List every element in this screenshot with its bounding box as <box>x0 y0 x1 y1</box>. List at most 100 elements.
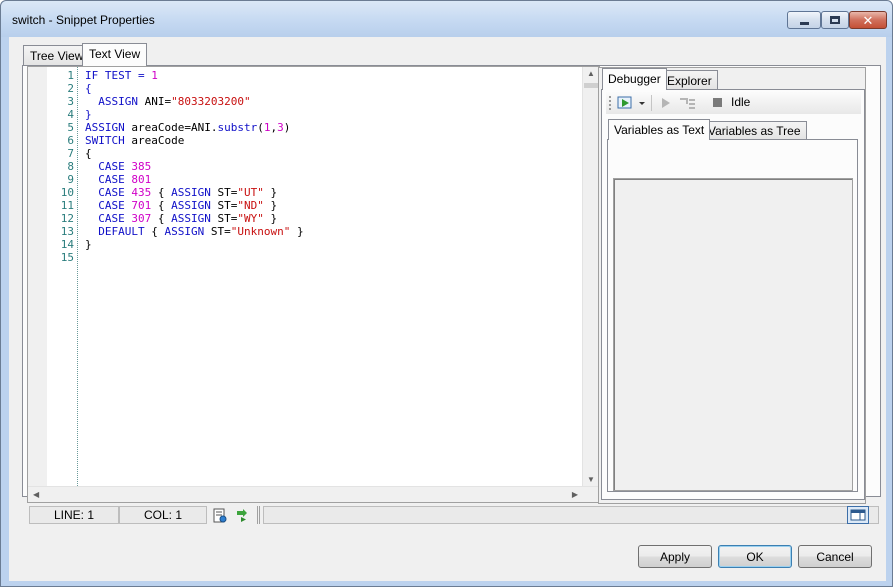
continue-icon[interactable] <box>659 96 673 110</box>
debugger-state: Idle <box>731 95 751 109</box>
title-bar[interactable]: switch - Snippet Properties ✕ <box>1 1 892 37</box>
code-line[interactable]: CASE 435 { ASSIGN ST="UT" } <box>85 186 582 199</box>
line-number: 14 <box>60 238 74 251</box>
code-line[interactable]: DEFAULT { ASSIGN ST="Unknown" } <box>85 225 582 238</box>
code-token: "ND" <box>237 199 264 212</box>
code-line[interactable]: ASSIGN areaCode=ANI.substr(1,3) <box>85 121 582 134</box>
variables-text-area[interactable] <box>613 178 853 491</box>
line-number: 10 <box>60 186 74 199</box>
status-divider <box>257 506 260 524</box>
code-token: CASE <box>85 173 132 186</box>
code-token: } <box>85 108 92 121</box>
document-check-icon[interactable] <box>213 508 227 523</box>
minimize-button[interactable] <box>787 11 821 29</box>
code-token: "WY" <box>237 212 264 225</box>
line-number: 4 <box>67 108 74 121</box>
code-token: ASSIGN <box>171 212 218 225</box>
vertical-scrollbar[interactable]: ▲ ▼ <box>582 67 599 486</box>
code-token: 307 <box>131 212 152 225</box>
cancel-button[interactable]: Cancel <box>798 545 872 568</box>
code-token: } <box>263 212 278 225</box>
code-token: ST= <box>210 225 231 238</box>
line-number-gutter: 1 2 3 4 5 6 7 8 9 10 11 12 13 14 15 <box>47 67 78 486</box>
horizontal-scrollbar[interactable]: ◀ ▶ <box>28 486 599 502</box>
code-token: ASSIGN <box>164 225 211 238</box>
code-line[interactable]: CASE 801 <box>85 173 582 186</box>
code-token: } <box>263 186 278 199</box>
code-token: ASSIGN <box>85 95 145 108</box>
line-number: 15 <box>60 251 74 264</box>
line-indicator: LINE: 1 <box>29 506 119 524</box>
stop-icon[interactable] <box>713 98 722 107</box>
scroll-right-icon[interactable]: ▶ <box>572 490 578 499</box>
code-token: substr <box>217 121 258 134</box>
code-token: CASE <box>85 199 132 212</box>
code-token: "Unknown" <box>230 225 291 238</box>
code-token: 701 <box>131 199 152 212</box>
code-token: "8033203200" <box>171 95 251 108</box>
code-token: ASSIGN <box>171 199 218 212</box>
start-debugger-icon[interactable] <box>617 95 647 111</box>
code-line[interactable]: SWITCH areaCode <box>85 134 582 147</box>
ok-button[interactable]: OK <box>718 545 792 568</box>
minimize-icon <box>799 21 809 25</box>
tab-variables-as-text[interactable]: Variables as Text <box>608 119 711 140</box>
code-token: { <box>85 147 92 160</box>
maximize-icon <box>830 16 840 24</box>
line-number: 9 <box>67 173 74 186</box>
code-text[interactable]: IF TEST = 1{ ASSIGN ANI="8033203200"} ASS… <box>85 69 582 264</box>
code-token: "UT" <box>237 186 264 199</box>
scroll-down-icon[interactable]: ▼ <box>587 475 595 484</box>
code-token: { <box>151 199 172 212</box>
code-line[interactable]: } <box>85 108 582 121</box>
line-number: 8 <box>67 160 74 173</box>
code-line[interactable]: { <box>85 147 582 160</box>
scroll-up-icon[interactable]: ▲ <box>587 69 595 78</box>
code-token: CASE <box>85 160 132 173</box>
code-line[interactable]: { <box>85 82 582 95</box>
code-token: areaCode=ANI. <box>131 121 218 134</box>
tab-explorer[interactable]: Explorer <box>661 70 718 90</box>
maximize-button[interactable] <box>821 11 849 29</box>
code-token: ANI= <box>144 95 172 108</box>
tab-debugger[interactable]: Debugger <box>602 68 667 90</box>
line-number: 3 <box>67 95 74 108</box>
step-over-icon[interactable] <box>678 96 696 110</box>
code-line[interactable]: CASE 701 { ASSIGN ST="ND" } <box>85 199 582 212</box>
code-line[interactable] <box>85 251 582 264</box>
tab-tree-view[interactable]: Tree View <box>23 45 91 66</box>
code-token: CASE <box>85 186 132 199</box>
line-number: 12 <box>60 212 74 225</box>
close-icon: ✕ <box>862 12 874 28</box>
column-indicator: COL: 1 <box>119 506 207 524</box>
apply-button[interactable]: Apply <box>638 545 712 568</box>
code-token: IF TEST = <box>85 69 152 82</box>
code-editor[interactable]: 1 2 3 4 5 6 7 8 9 10 11 12 13 14 15 IF TEST = 1{ ASSIG… <box>27 66 600 503</box>
code-line[interactable]: CASE 307 { ASSIGN ST="WY" } <box>85 212 582 225</box>
panel-layout-icon[interactable] <box>847 506 869 524</box>
code-token: } <box>263 199 278 212</box>
code-token: 435 <box>131 186 152 199</box>
tab-text-view[interactable]: Text View <box>82 43 148 66</box>
code-token: { <box>151 225 165 238</box>
window-title: switch - Snippet Properties <box>12 13 155 27</box>
status-bar: LINE: 1 COL: 1 <box>27 505 879 525</box>
vertical-scroll-thumb[interactable] <box>584 83 598 88</box>
code-token: { <box>151 186 172 199</box>
dialog-client-area: Tree View Text View 1 2 3 4 5 6 7 8 9 10 11 12 13 14 1… <box>9 37 886 581</box>
code-token: ASSIGN <box>171 186 218 199</box>
status-spacer <box>263 506 879 524</box>
line-number: 11 <box>60 199 74 212</box>
code-line[interactable]: CASE 385 <box>85 160 582 173</box>
line-number: 6 <box>67 134 74 147</box>
run-snippet-icon[interactable] <box>235 508 251 523</box>
code-token: } <box>290 225 304 238</box>
tab-variables-as-tree[interactable]: Variables as Tree <box>702 121 807 140</box>
code-token: 3 <box>277 121 284 134</box>
close-button[interactable]: ✕ <box>849 11 887 29</box>
code-line[interactable]: ASSIGN ANI="8033203200" <box>85 95 582 108</box>
scroll-left-icon[interactable]: ◀ <box>33 490 39 499</box>
code-token: areaCode <box>131 134 185 147</box>
code-line[interactable]: } <box>85 238 582 251</box>
code-line[interactable]: IF TEST = 1 <box>85 69 582 82</box>
